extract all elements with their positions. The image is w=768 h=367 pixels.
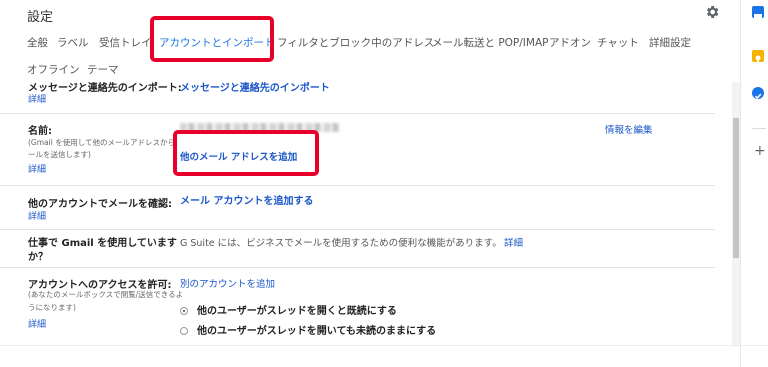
grant-access-label: アカウントへのアクセスを許可: [28, 280, 172, 291]
tab-addons[interactable]: アドオン [549, 36, 591, 50]
blurred-account-name [180, 123, 340, 132]
import-label: メッセージと連絡先のインポート: [28, 83, 182, 94]
tab-filters[interactable]: フィルタとブロック中のアドレス [277, 36, 434, 50]
add-email-address-link[interactable]: 他のメール アドレスを追加 [180, 149, 297, 163]
check-mail-row: 他のアカウントでメールを確認: 詳細 メール アカウントを追加する [0, 186, 715, 230]
settings-content: メッセージと連絡先のインポート: 詳細 メッセージと連絡先のインポート 名前: … [0, 82, 740, 345]
scrollbar-thumb[interactable] [733, 118, 739, 258]
check-mail-label: 他のアカウントでメールを確認: [28, 199, 172, 210]
keep-unread-label: 他のユーザーがスレッドを開いても未読のままにする [197, 326, 437, 337]
import-detail-link[interactable]: 詳細 [28, 92, 46, 105]
grant-access-detail-link[interactable]: 詳細 [28, 317, 46, 330]
edit-info-link[interactable]: 情報を編集 [605, 122, 653, 136]
tab-themes[interactable]: テーマ [87, 63, 119, 77]
bottom-area [0, 345, 768, 367]
keep-unread-option[interactable]: 他のユーザーがスレッドを開いても未読のままにする [180, 322, 436, 337]
tab-forwarding-pop-imap[interactable]: メール転送と POP/IMAP [432, 36, 548, 50]
work-row: 仕事で Gmail を使用しています か？ G Suite には、ビジネスでメー… [0, 230, 715, 268]
tab-accounts-import[interactable]: アカウントとインポート [159, 36, 275, 50]
page-title: 設定 [27, 10, 54, 25]
add-another-account-link[interactable]: 別のアカウントを追加 [180, 276, 275, 290]
keep-icon[interactable] [752, 50, 764, 63]
calendar-icon[interactable] [752, 6, 764, 19]
tab-labels[interactable]: ラベル [57, 36, 89, 50]
name-row: 名前: (Gmail を使用して他のメールアドレスから ールを送信します) 詳細… [0, 114, 715, 186]
tab-inbox[interactable]: 受信トレイ [99, 36, 152, 50]
check-mail-detail-link[interactable]: 詳細 [28, 209, 46, 222]
add-mail-account-link[interactable]: メール アカウントを追加する [180, 192, 313, 207]
name-sub-line2: ールを送信します) [28, 150, 91, 159]
grant-access-sub-line1: (あなたのメールボックスで閲覧/送信できるよ [28, 290, 184, 299]
gsuite-detail-link[interactable]: 詳細 [504, 235, 523, 249]
mark-read-option[interactable]: 他のユーザーがスレッドを開くと既読にする [180, 302, 397, 317]
radio-unselected-icon[interactable] [180, 327, 188, 335]
tab-chat[interactable]: チャット [597, 36, 639, 50]
radio-selected-icon[interactable] [180, 307, 188, 315]
work-label-line1: 仕事で Gmail を使用しています [28, 238, 177, 249]
tab-general[interactable]: 全般 [27, 36, 48, 50]
work-label-line2: か？ [28, 252, 48, 263]
tab-advanced[interactable]: 詳細設定 [649, 36, 691, 50]
name-label: 名前: [28, 126, 52, 137]
import-messages-link[interactable]: メッセージと連絡先のインポート [180, 82, 330, 94]
gsuite-text: G Suite には、ビジネスでメールを使用するための便利な機能があります。 [180, 238, 502, 249]
tasks-icon[interactable] [752, 87, 764, 100]
mark-read-label: 他のユーザーがスレッドを開くと既読にする [197, 306, 397, 317]
name-sub-line1: (Gmail を使用して他のメールアドレスから [28, 138, 175, 147]
tab-offline[interactable]: オフライン [27, 63, 80, 77]
gear-icon[interactable] [704, 4, 720, 20]
name-detail-link[interactable]: 詳細 [28, 162, 46, 175]
side-divider [752, 128, 766, 129]
grant-access-sub-line2: うになります) [28, 303, 76, 312]
import-row: メッセージと連絡先のインポート: 詳細 メッセージと連絡先のインポート [0, 82, 715, 114]
add-icon[interactable]: + [754, 144, 766, 158]
grant-access-row: アカウントへのアクセスを許可: (あなたのメールボックスで閲覧/送信できるよ う… [0, 268, 715, 345]
